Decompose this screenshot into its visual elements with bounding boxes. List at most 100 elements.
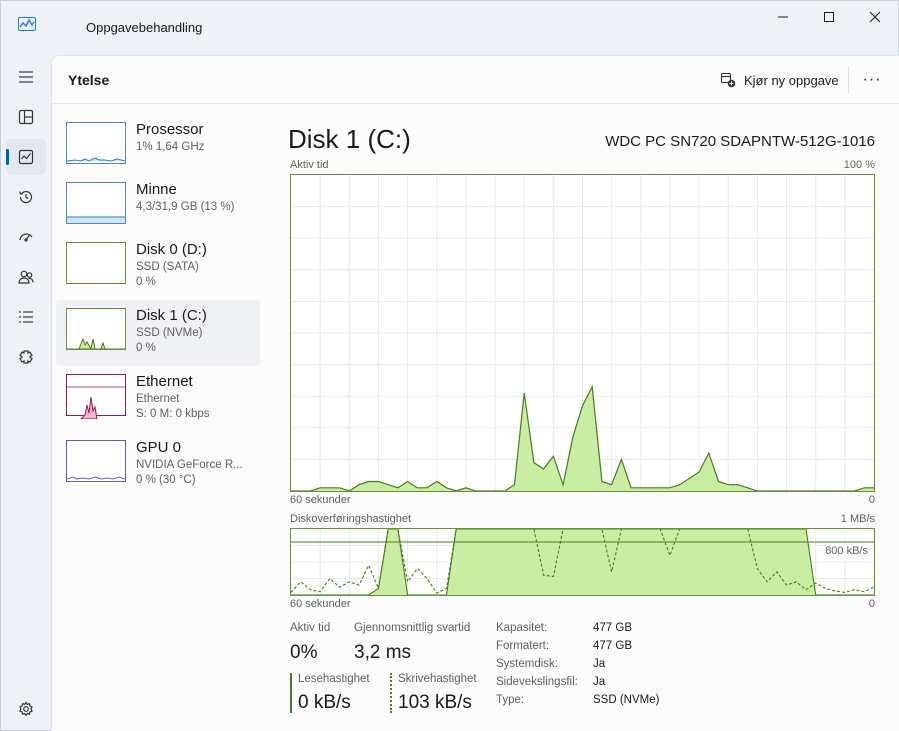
property-value: Ja	[593, 676, 606, 688]
device-item-disk0[interactable]: Disk 0 (D:) SSD (SATA) 0 %	[56, 234, 260, 300]
active-time-stat-value: 0%	[290, 642, 318, 663]
property-value: SSD (NVMe)	[593, 694, 660, 706]
device-usage: 0 %	[136, 342, 156, 354]
device-item-processor[interactable]: Prosessor 1% 1,64 GHz	[56, 114, 260, 180]
active-time-min-label: 0	[868, 494, 875, 506]
device-usage: 0 % (30 °C)	[136, 474, 196, 486]
active-time-window-label: 60 sekunder	[290, 494, 351, 506]
property-value: Ja	[593, 658, 606, 670]
active-time-chart-label: Aktiv tid	[290, 159, 329, 171]
gpu-thumbnail	[66, 440, 126, 482]
nav-startup-apps[interactable]	[6, 219, 46, 255]
device-name: Disk 0 (D:)	[136, 241, 207, 258]
device-usage: 0 %	[136, 276, 156, 288]
nav-performance[interactable]	[6, 139, 46, 175]
property-value: 477 GB	[593, 640, 632, 652]
maximize-button[interactable]	[806, 1, 852, 33]
device-subtitle: NVIDIA GeForce R...	[136, 459, 243, 471]
transfer-reference-label: 800 kB/s	[823, 545, 870, 557]
run-task-label: Kjør ny oppgave	[744, 72, 839, 88]
nav-app-history[interactable]	[6, 179, 46, 215]
nav-processes[interactable]	[6, 99, 46, 135]
device-item-gpu[interactable]: GPU 0 NVIDIA GeForce R... 0 % (30 °C)	[56, 432, 260, 498]
write-speed-label: Skrivehastighet	[398, 673, 477, 685]
property-key: Formatert:	[496, 640, 550, 652]
device-item-memory[interactable]: Minne 4,3/31,9 GB (13 %)	[56, 174, 260, 240]
minimize-icon	[778, 16, 788, 18]
transfer-min-label: 0	[868, 598, 875, 610]
device-subtitle: SSD (NVMe)	[136, 327, 203, 339]
write-speed-marker	[390, 673, 392, 713]
device-name: Ethernet	[136, 373, 193, 390]
users-icon	[18, 270, 34, 284]
minimize-button[interactable]	[760, 1, 806, 33]
nav-users[interactable]	[6, 259, 46, 295]
navigation-rail	[1, 55, 51, 731]
property-key: Sidevekslingsfil:	[496, 676, 578, 688]
memory-thumbnail	[66, 182, 126, 224]
nav-settings[interactable]	[6, 691, 46, 727]
content-panel: Ytelse Kjør ny oppgave ··· Prosessor 1% …	[51, 55, 899, 731]
details-icon	[19, 311, 33, 323]
memory-mini-graph	[67, 216, 125, 223]
maximize-icon	[824, 12, 834, 22]
transfer-rate-graph	[291, 529, 874, 595]
app-history-icon	[19, 190, 33, 204]
device-subtitle: 4,3/31,9 GB (13 %)	[136, 201, 235, 213]
disk1-thumbnail	[66, 308, 126, 351]
read-speed-value: 0 kB/s	[298, 692, 351, 713]
device-subtitle: 1% 1,64 GHz	[136, 141, 205, 153]
page-title: Ytelse	[68, 72, 110, 88]
settings-icon	[19, 701, 33, 717]
active-time-chart	[290, 174, 875, 492]
task-manager-window: Oppgavebehandling Ytelse Kjør ny oppgave…	[0, 0, 899, 731]
window-title: Oppgavebehandling	[86, 20, 203, 35]
gpu-mini-graph	[66, 476, 126, 480]
nav-services[interactable]	[6, 339, 46, 375]
services-icon	[19, 350, 33, 364]
menu-button[interactable]	[6, 59, 46, 95]
device-item-ethernet[interactable]: Ethernet Ethernet S: 0 M: 0 kbps	[56, 366, 260, 432]
close-button[interactable]	[852, 1, 898, 33]
property-value: 477 GB	[593, 622, 632, 634]
processes-icon	[18, 109, 34, 125]
device-name: Minne	[136, 181, 177, 198]
nav-details[interactable]	[6, 299, 46, 335]
ethernet-mini-graph	[67, 386, 125, 420]
device-throughput: S: 0 M: 0 kbps	[136, 408, 210, 420]
avg-response-value: 3,2 ms	[354, 642, 412, 663]
close-icon	[869, 11, 881, 23]
processor-thumbnail	[66, 122, 126, 164]
menu-icon	[19, 71, 33, 83]
task-manager-app-icon	[18, 17, 36, 31]
startup-apps-icon	[19, 233, 33, 242]
disk0-thumbnail	[66, 242, 126, 284]
disk-model: WDC PC SN720 SDAPNTW-512G-1016	[605, 133, 875, 150]
avg-response-label: Gjennomsnittlig svartid	[354, 622, 471, 634]
device-subtitle: Ethernet	[136, 393, 180, 405]
command-separator	[848, 66, 849, 94]
transfer-chart-label: Diskoverføringshastighet	[290, 513, 412, 525]
title-bar[interactable]: Oppgavebehandling	[1, 1, 898, 55]
ethernet-thumbnail	[66, 374, 126, 420]
transfer-window-label: 60 sekunder	[290, 598, 351, 610]
property-key: Systemdisk:	[496, 658, 558, 670]
performance-icon	[18, 149, 34, 165]
processor-mini-graph	[66, 157, 126, 162]
device-name: Disk 1 (C:)	[136, 307, 207, 324]
more-options-button[interactable]: ···	[860, 68, 884, 92]
device-name: Prosessor	[136, 121, 204, 138]
transfer-max-label: 1 MB/s	[840, 513, 875, 525]
active-time-stat-label: Aktiv tid	[290, 622, 331, 634]
disk1-mini-graph	[67, 337, 125, 351]
write-speed-value: 103 kB/s	[398, 692, 472, 713]
detail-title: Disk 1 (C:)	[288, 124, 411, 154]
command-bar: Ytelse Kjør ny oppgave ···	[52, 56, 899, 104]
device-name: GPU 0	[136, 439, 182, 456]
transfer-rate-chart: 800 kB/s	[290, 528, 875, 596]
run-task-icon	[720, 72, 736, 88]
read-speed-label: Lesehastighet	[298, 673, 370, 685]
device-item-disk1[interactable]: Disk 1 (C:) SSD (NVMe) 0 %	[56, 300, 260, 366]
device-subtitle: SSD (SATA)	[136, 261, 199, 273]
run-new-task-button[interactable]: Kjør ny oppgave	[720, 70, 839, 90]
